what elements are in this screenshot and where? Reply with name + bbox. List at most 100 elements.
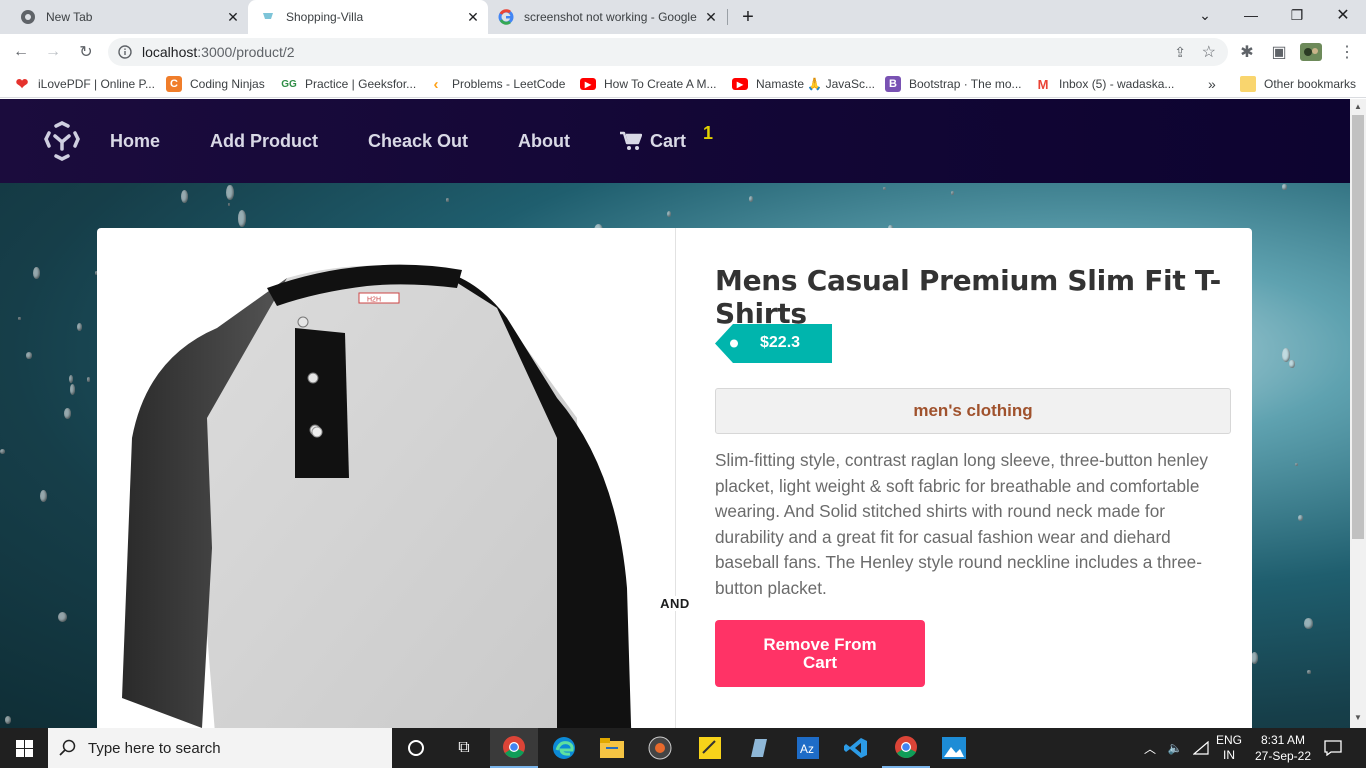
rain-drop — [1304, 618, 1313, 629]
edge-icon[interactable] — [540, 728, 588, 768]
forward-arrow-icon[interactable]: → — [40, 39, 66, 65]
rain-drop — [69, 384, 76, 395]
search-icon — [48, 739, 88, 757]
nav-cart[interactable]: Cart — [620, 99, 686, 183]
product-card: H2H AND Mens Casual Premium Slim Fit T-S… — [97, 228, 1252, 728]
tab-google-search[interactable]: screenshot not working - Google ✕ — [488, 0, 724, 34]
bookmark-youtube-2[interactable]: ▶ Namaste 🙏 JavaSc... — [732, 70, 875, 98]
rain-drop — [25, 351, 33, 359]
file-explorer-icon[interactable] — [588, 728, 636, 768]
nav-add-product[interactable]: Add Product — [210, 99, 318, 183]
site-logo-icon[interactable] — [42, 121, 82, 161]
close-icon[interactable]: ✕ — [224, 8, 242, 26]
page-scrollbar[interactable]: ▲ ▼ — [1350, 99, 1366, 728]
clock-date: 27-Sep-22 — [1254, 749, 1312, 763]
bookmark-youtube-1[interactable]: ▶ How To Create A M... — [580, 70, 717, 98]
cortana-icon[interactable] — [392, 728, 440, 768]
tab-new-tab[interactable]: New Tab ✕ — [8, 0, 248, 34]
rain-drop — [883, 187, 886, 190]
restore-icon[interactable]: ❐ — [1274, 0, 1320, 30]
site-info-icon[interactable] — [108, 45, 142, 59]
rain-drop — [666, 211, 671, 218]
remove-from-cart-button[interactable]: Remove From Cart — [715, 620, 925, 687]
media-player-icon[interactable] — [636, 728, 684, 768]
rain-drop — [1251, 651, 1259, 664]
tab-title: Shopping-Villa — [286, 10, 364, 24]
scroll-up-icon[interactable]: ▲ — [1354, 102, 1362, 111]
bookmark-coding-ninjas[interactable]: C Coding Ninjas — [166, 70, 265, 98]
rain-drop — [446, 197, 449, 203]
clock[interactable]: 8:31 AM 27-Sep-22 — [1248, 728, 1318, 768]
bookmark-label: Coding Ninjas — [190, 77, 265, 91]
tab-strip: New Tab ✕ Shopping-Villa ✕ screenshot no… — [0, 0, 1366, 34]
azure-icon[interactable]: Az — [784, 728, 832, 768]
bookmark-bootstrap[interactable]: B Bootstrap · The mo... — [885, 70, 1022, 98]
minimize-icon[interactable]: — — [1228, 0, 1274, 30]
start-windows-icon[interactable] — [0, 728, 48, 768]
rain-drop — [68, 374, 74, 384]
rain-drop — [1281, 348, 1290, 363]
bookmark-star-icon[interactable]: ☆ — [1202, 42, 1216, 62]
taskbar-search-box[interactable]: Type here to search — [48, 728, 392, 768]
scroll-down-icon[interactable]: ▼ — [1354, 713, 1362, 722]
scrollbar-thumb[interactable] — [1352, 115, 1364, 539]
sticky-notes-icon[interactable] — [686, 728, 734, 768]
bookmark-ilovepdf[interactable]: ❤ iLovePDF | Online P... — [14, 70, 155, 98]
gmail-icon: M — [1037, 76, 1049, 92]
profile-avatar[interactable] — [1298, 39, 1324, 65]
photos-icon[interactable] — [930, 728, 978, 768]
rain-drop — [1298, 515, 1303, 521]
bookmark-label: iLovePDF | Online P... — [38, 77, 155, 91]
rain-drop — [237, 210, 247, 228]
rain-drop — [951, 190, 955, 195]
notes-app-icon[interactable] — [734, 728, 782, 768]
side-panel-icon[interactable]: ▣ — [1266, 39, 1292, 65]
more-bookmarks-button[interactable]: » — [1208, 70, 1216, 98]
coding-ninjas-icon: C — [166, 76, 182, 92]
rain-drop — [39, 490, 47, 502]
close-icon[interactable]: ✕ — [464, 8, 482, 26]
back-arrow-icon[interactable]: ← — [8, 39, 34, 65]
tab-search-chevron-icon[interactable]: ⌄ — [1182, 0, 1228, 30]
nav-home[interactable]: Home — [110, 99, 160, 183]
cart-label: Cart — [650, 130, 687, 151]
volume-icon[interactable]: 🔈 — [1164, 728, 1186, 768]
bookmark-gmail[interactable]: M Inbox (5) - wadaska... — [1035, 70, 1175, 98]
leetcode-icon: ‹ — [433, 75, 439, 93]
rain-drop — [5, 716, 12, 725]
google-icon — [498, 9, 514, 25]
notification-icon[interactable] — [1318, 728, 1348, 768]
close-icon[interactable]: ✕ — [702, 8, 720, 26]
tab-separator — [727, 9, 728, 25]
cart-icon — [620, 131, 642, 151]
shirt-brand-tag: H2H — [367, 297, 381, 304]
nav-about[interactable]: About — [518, 99, 570, 183]
bookmark-geeksforgeeks[interactable]: GG Practice | Geeksfor... — [281, 70, 416, 98]
share-icon[interactable]: ⇪ — [1174, 44, 1186, 61]
close-window-icon[interactable]: ✕ — [1320, 0, 1366, 30]
bookmark-leetcode[interactable]: ‹ Problems - LeetCode — [428, 70, 566, 98]
page-viewport: Home Add Product Cheack Out About Cart 1 — [0, 99, 1350, 728]
menu-kebab-icon[interactable]: ⋮ — [1334, 39, 1360, 65]
address-bar[interactable]: localhost:3000/product/2 ⇪ ☆ — [108, 38, 1228, 66]
cart-count-badge: 1 — [703, 123, 714, 143]
new-tab-button[interactable]: + — [736, 5, 760, 29]
bootstrap-icon: B — [885, 76, 901, 92]
nav-check-out[interactable]: Cheack Out — [368, 99, 468, 183]
extensions-icon[interactable]: ✱ — [1234, 39, 1260, 65]
chrome-taskbar-icon[interactable] — [490, 728, 538, 768]
reload-icon[interactable]: ↻ — [73, 39, 99, 65]
language-indicator[interactable]: ENG IN — [1212, 728, 1246, 768]
rain-drop — [227, 203, 231, 206]
chrome-taskbar-icon-2[interactable] — [882, 728, 930, 768]
vscode-icon[interactable] — [832, 728, 880, 768]
bookmark-other[interactable]: Other bookmarks — [1240, 70, 1356, 98]
network-icon[interactable] — [1190, 728, 1212, 768]
rain-drop — [748, 196, 753, 202]
product-image: H2H — [117, 258, 637, 728]
tab-shopping-villa[interactable]: Shopping-Villa ✕ — [248, 0, 488, 34]
task-view-icon[interactable]: ⧉ — [440, 728, 488, 768]
show-hidden-icons-chevron-icon[interactable]: ︿ — [1140, 728, 1160, 768]
site-navbar: Home Add Product Cheack Out About Cart 1 — [0, 99, 1350, 183]
bookmarks-bar: ❤ iLovePDF | Online P... C Coding Ninjas… — [0, 70, 1366, 98]
